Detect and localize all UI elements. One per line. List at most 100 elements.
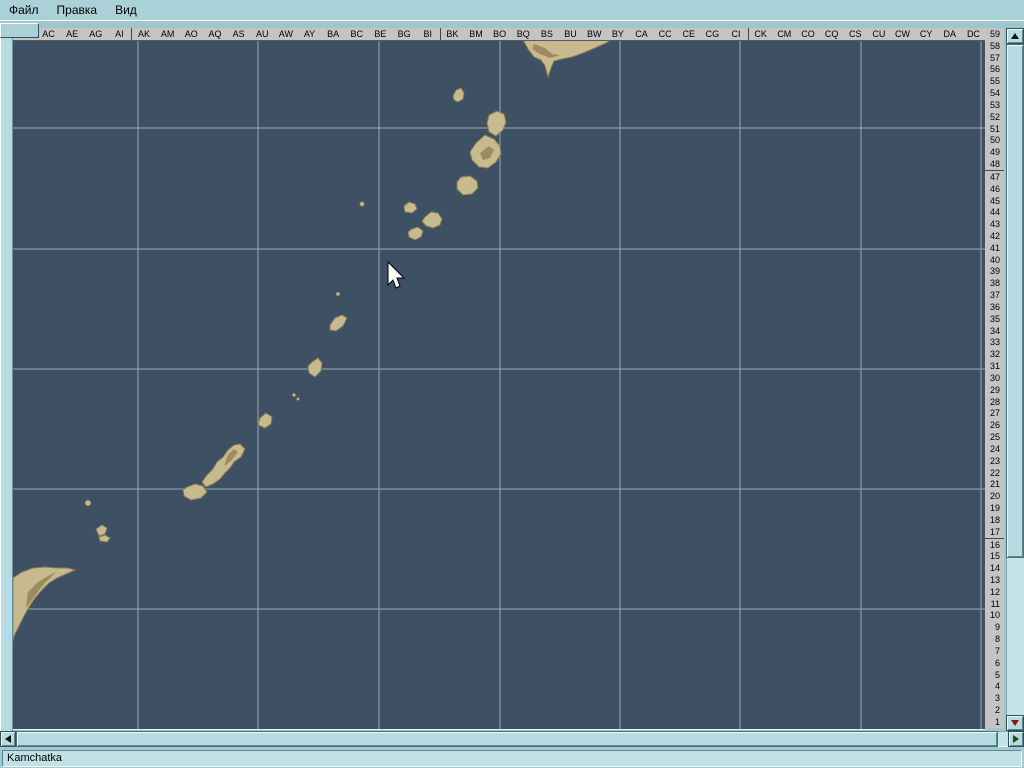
row-header-11: 11 [990, 598, 1000, 609]
island [307, 357, 323, 378]
row-header-12: 12 [989, 586, 1000, 597]
menu-item-edit[interactable]: Правка [48, 0, 107, 20]
column-header-BC: BC [350, 29, 364, 39]
column-header-AU: AU [255, 29, 269, 39]
row-header-48: 48 [985, 158, 1004, 171]
column-header-AE: AE [66, 29, 79, 39]
row-header-44: 44 [989, 207, 1000, 218]
row-header-31: 31 [989, 361, 1000, 372]
menu-item-view[interactable]: Вид [106, 0, 146, 20]
column-header-AC: AC [42, 29, 55, 39]
column-header-CA: CA [635, 29, 648, 39]
island [421, 211, 443, 229]
row-header-43: 43 [989, 219, 1000, 230]
row-header-40: 40 [989, 254, 1000, 265]
row-header-13: 13 [989, 575, 1000, 585]
column-header-AG: AG [89, 29, 103, 39]
column-header-CM: CM [777, 29, 792, 39]
row-header-22: 22 [989, 467, 1000, 478]
row-header-54: 54 [989, 88, 1000, 99]
islet-dot [335, 291, 341, 297]
row-header-45: 45 [989, 195, 1000, 206]
column-header-BU: BU [564, 29, 577, 39]
row-header-23: 23 [989, 455, 1000, 466]
row-header-42: 42 [989, 230, 1000, 241]
island [486, 110, 507, 137]
row-header-33: 33 [989, 337, 1000, 348]
column-header-DA: DA [943, 29, 957, 39]
vertical-scrollbar[interactable] [1006, 28, 1024, 731]
column-header-BQ: BQ [516, 29, 530, 39]
triangle-right-icon [1013, 735, 1019, 743]
row-header-32: 32 [989, 349, 1000, 360]
triangle-left-icon [5, 735, 11, 743]
row-header-2: 2 [994, 705, 1000, 716]
column-header-BE: BE [374, 29, 387, 39]
scroll-right-button[interactable] [1008, 731, 1024, 747]
row-header-24: 24 [989, 443, 1000, 454]
column-header-BA: BA [327, 29, 340, 39]
status-text: Kamchatka [2, 750, 1022, 767]
row-header-7: 7 [994, 645, 1000, 656]
row-header-38: 38 [989, 278, 1000, 289]
column-header-CG: CG [705, 29, 720, 39]
column-header-CQ: CQ [824, 29, 839, 39]
row-header-37: 37 [989, 290, 1000, 301]
row-header-52: 52 [989, 111, 1000, 122]
column-header-AS: AS [232, 29, 245, 39]
row-header-17: 17 [985, 526, 1004, 539]
horizontal-scrollbar[interactable] [0, 731, 1024, 747]
mouse-cursor-icon [387, 260, 406, 289]
horizontal-scroll-thumb[interactable] [16, 731, 998, 747]
column-header-DC: DC [966, 29, 980, 39]
column-header-BK: BK [446, 29, 459, 39]
islet-dot [292, 393, 296, 397]
row-header-18: 18 [989, 514, 1000, 525]
column-header-CS: CS [848, 29, 862, 39]
scroll-up-button[interactable] [1006, 28, 1024, 44]
column-header-CK: CK [754, 29, 767, 39]
scroll-left-button[interactable] [0, 731, 16, 747]
column-header-CY: CY [919, 29, 933, 39]
column-header-AY: AY [303, 29, 316, 39]
row-header-41: 41 [989, 242, 1000, 253]
vertical-scroll-thumb[interactable] [1006, 44, 1024, 558]
map-canvas[interactable] [13, 40, 985, 730]
islet-dot [296, 397, 300, 401]
row-header-39: 39 [989, 266, 1000, 277]
row-header-30: 30 [989, 372, 1000, 383]
triangle-down-icon [1011, 720, 1019, 726]
row-header-57: 57 [989, 52, 1000, 63]
menu-item-file[interactable]: Файл [0, 0, 48, 20]
row-header-3: 3 [994, 693, 1000, 704]
island [201, 443, 246, 488]
left-gutter [0, 28, 13, 731]
row-header-8: 8 [994, 634, 1000, 645]
island [95, 524, 108, 537]
column-header-BI: BI [416, 28, 441, 40]
column-header-CW: CW [895, 29, 911, 39]
row-header-16: 16 [989, 539, 1000, 550]
column-header-AW: AW [278, 29, 293, 39]
row-header-14: 14 [989, 563, 1000, 574]
scroll-down-button[interactable] [1006, 715, 1024, 731]
row-header: 59 58 57 56 55 54 53 52 51 50 49 48 47 46 45 44 43 42 41 40… [985, 28, 1004, 728]
column-header-AQ: AQ [208, 29, 222, 39]
row-header-51: 51 [989, 123, 1000, 134]
island [403, 201, 418, 214]
island [329, 314, 348, 332]
column-header-BS: BS [540, 29, 553, 39]
column-header-BG: BG [397, 29, 411, 39]
column-header-BW: BW [586, 29, 602, 39]
status-bar: Kamchatka [0, 747, 1024, 768]
row-header-10: 10 [989, 610, 1000, 621]
row-header-58: 58 [989, 40, 1000, 51]
island [456, 175, 479, 196]
island [98, 534, 111, 543]
row-header-5: 5 [994, 669, 1000, 680]
column-header-AO: AO [184, 29, 198, 39]
island [13, 566, 77, 641]
row-header-9: 9 [994, 622, 1000, 633]
grid-corner-box [0, 23, 39, 38]
row-header-29: 29 [989, 384, 1000, 395]
